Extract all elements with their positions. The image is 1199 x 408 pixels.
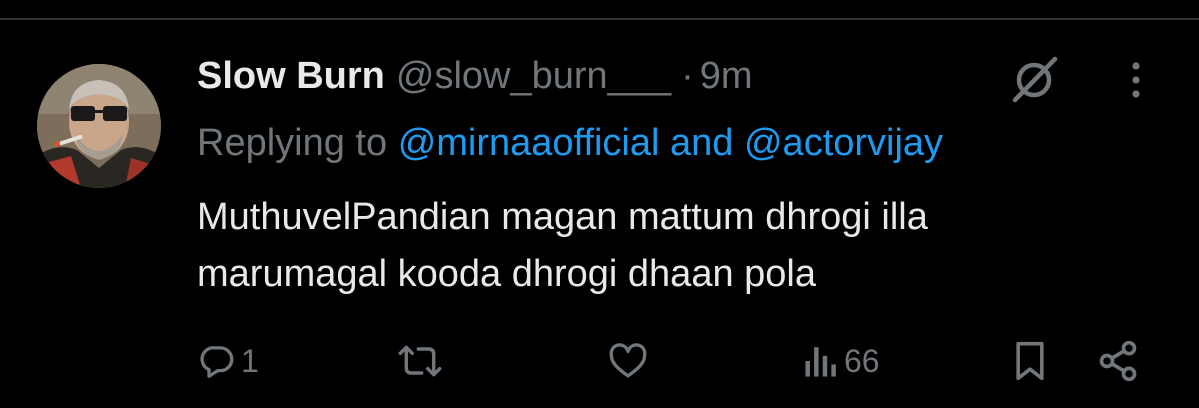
tweet-text: MuthuvelPandian magan mattum dhrogi illa…	[197, 189, 1157, 303]
tweet-text-line: MuthuvelPandian magan mattum dhrogi illa	[197, 196, 928, 238]
replying-prefix: Replying to	[197, 122, 388, 164]
mention-link[interactable]: @actorvijay	[744, 122, 943, 164]
reply-icon	[195, 340, 237, 382]
tweet-time[interactable]: 9m	[700, 55, 753, 98]
grok-icon[interactable]	[1008, 56, 1060, 104]
action-bar: 1 66	[0, 333, 1199, 389]
share-button[interactable]	[1096, 333, 1140, 389]
separator-dot: ·	[681, 54, 694, 97]
reply-button[interactable]: 1	[195, 333, 259, 389]
tweet-header: Slow Burn @slow_burn___ · 9m	[197, 52, 753, 100]
mention-link[interactable]: @mirnaaofficial	[398, 122, 660, 164]
author-name[interactable]: Slow Burn	[197, 55, 385, 98]
top-divider	[0, 18, 1199, 20]
views-button[interactable]: 66	[802, 333, 880, 389]
reply-count: 1	[241, 342, 259, 379]
views-count: 66	[844, 342, 880, 379]
tweet-text-line: marumagal kooda dhrogi dhaan pola	[197, 253, 816, 295]
replying-to-line: Replying to @mirnaaofficial and @actorvi…	[197, 119, 943, 167]
like-icon	[606, 340, 650, 382]
retweet-button[interactable]	[396, 333, 448, 389]
more-options-icon[interactable]	[1118, 58, 1154, 102]
views-icon	[802, 340, 840, 382]
like-button[interactable]	[606, 333, 654, 389]
avatar[interactable]	[37, 64, 161, 188]
retweet-icon	[396, 340, 444, 382]
mention-conjunction: and	[670, 122, 734, 164]
bookmark-icon	[1010, 339, 1050, 383]
share-icon	[1096, 339, 1140, 383]
author-handle[interactable]: @slow_burn___	[396, 55, 671, 98]
bookmark-button[interactable]	[1010, 333, 1050, 389]
